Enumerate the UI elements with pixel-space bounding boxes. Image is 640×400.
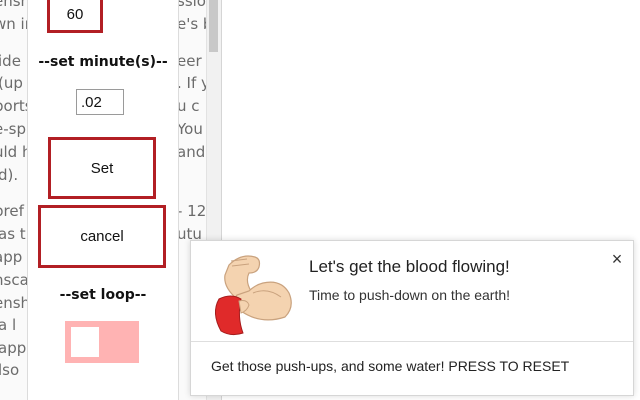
- notification-body: Time to push-down on the earth!: [309, 287, 511, 303]
- hours-display[interactable]: 60: [47, 0, 103, 33]
- bg-text-line: - 12: [177, 202, 207, 220]
- minutes-input[interactable]: [76, 89, 124, 115]
- bg-text-line: and: [177, 143, 206, 161]
- bg-text-line: lso: [0, 361, 20, 379]
- bg-text-line: u c: [177, 97, 200, 115]
- bg-text-line: as t: [0, 225, 26, 243]
- set-button[interactable]: Set: [48, 137, 156, 199]
- set-minutes-heading: --set minute(s)--: [38, 54, 168, 70]
- set-loop-heading: --set loop--: [59, 287, 147, 303]
- loop-toggle-knob[interactable]: [71, 327, 99, 357]
- notification-title: Let's get the blood flowing!: [309, 257, 510, 276]
- notification[interactable]: Let's get the blood flowing! Time to pus…: [190, 240, 634, 396]
- bg-text-line: (up: [0, 74, 23, 92]
- bg-text-line: d).: [0, 166, 19, 184]
- bg-text-line: app: [0, 339, 27, 357]
- bg-text-line: You: [177, 120, 203, 138]
- timer-settings-panel: 60 --set minute(s)-- Set cancel --set lo…: [27, 0, 179, 400]
- bg-text-line: nsca: [0, 271, 29, 289]
- bg-text-line: eer: [177, 52, 202, 70]
- bg-text-line: . If y: [177, 74, 210, 92]
- bg-text-line: pref: [0, 202, 24, 220]
- cancel-button[interactable]: cancel: [38, 205, 166, 268]
- page-scrollbar-thumb[interactable]: [209, 0, 218, 52]
- close-icon[interactable]: ×: [609, 250, 625, 268]
- bg-text-line: a l: [0, 316, 17, 334]
- bg-text-line: ide: [0, 52, 21, 70]
- bg-text-line: ensh: [0, 294, 31, 312]
- reset-action-button[interactable]: Get those push-ups, and some water! PRES…: [191, 342, 633, 395]
- bg-text-line: app: [0, 248, 23, 266]
- flexed-bicep-icon: [201, 247, 295, 341]
- bg-text-line: e-sp: [0, 120, 26, 138]
- loop-toggle[interactable]: [65, 321, 139, 363]
